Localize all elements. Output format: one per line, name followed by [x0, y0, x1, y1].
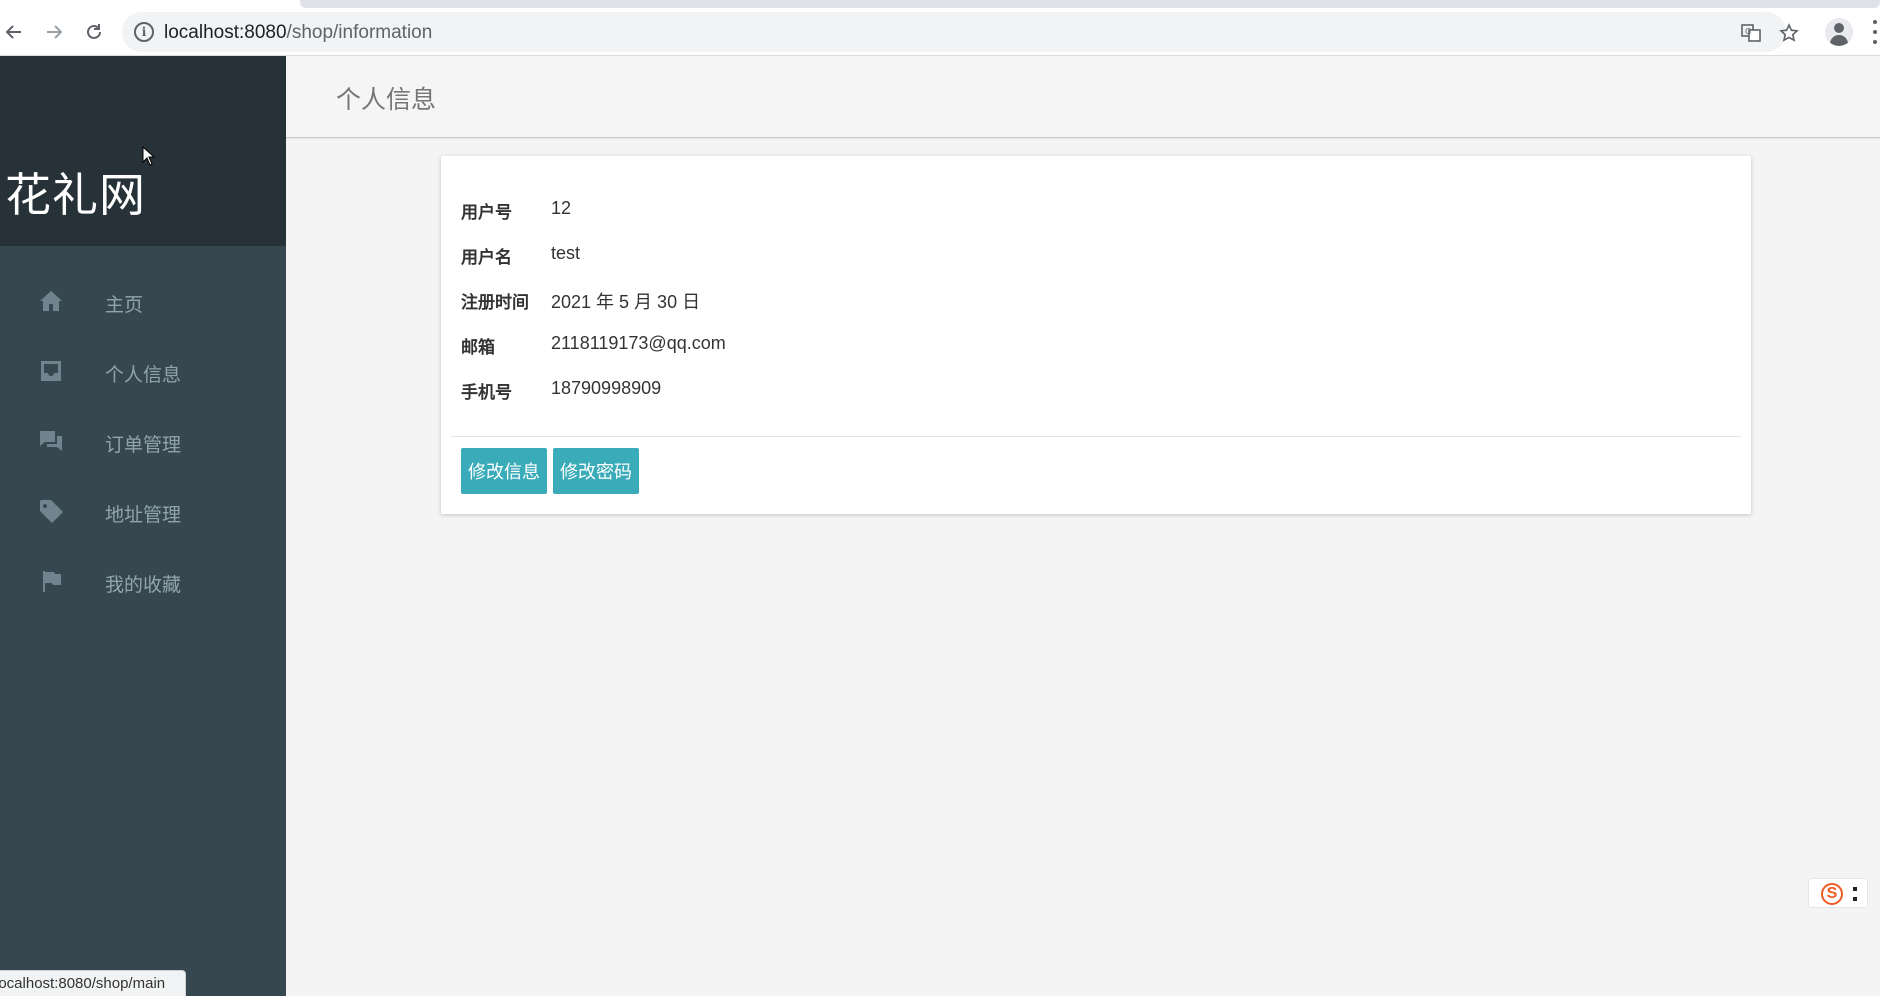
info-value: test — [551, 243, 581, 263]
sidebar: 花礼网 主页 个人信息 订单管理 地址管理 我的收藏 — [0, 56, 286, 996]
status-bar: localhost:8080/shop/main — [0, 970, 186, 996]
home-icon — [40, 291, 62, 311]
page-header: 个人信息 — [286, 56, 1880, 138]
tab-strip-shade — [300, 0, 1880, 8]
sidebar-item-label: 主页 — [105, 294, 144, 316]
sidebar-item-label: 地址管理 — [105, 504, 182, 526]
sidebar-item-home[interactable]: 主页 — [0, 274, 286, 330]
ime-more-icon[interactable] — [1853, 887, 1857, 901]
sidebar-item-label: 我的收藏 — [105, 574, 182, 596]
info-value: 18790998909 — [551, 378, 662, 398]
bookmark-star-icon[interactable] — [1778, 22, 1800, 44]
translate-icon[interactable]: G — [1740, 22, 1762, 44]
sidebar-item-label: 个人信息 — [105, 364, 182, 386]
forward-arrow-icon[interactable] — [40, 18, 68, 46]
sidebar-item-orders[interactable]: 订单管理 — [0, 414, 286, 470]
url-host: localhost:8080 — [164, 22, 287, 43]
profile-avatar-icon[interactable] — [1825, 18, 1853, 46]
edit-info-button[interactable]: 修改信息 — [461, 448, 547, 494]
sidebar-item-favorites[interactable]: 我的收藏 — [0, 554, 286, 610]
url-path: /shop/information — [286, 22, 433, 43]
browser-menu-icon[interactable] — [1872, 20, 1878, 44]
info-label: 用户号 — [461, 203, 512, 223]
change-password-button[interactable]: 修改密码 — [553, 448, 639, 494]
url-text: localhost:8080/shop/information — [164, 22, 432, 44]
info-value: 12 — [551, 198, 572, 218]
sidebar-item-personal-info[interactable]: 个人信息 — [0, 344, 286, 400]
card-divider — [451, 436, 1741, 437]
mouse-cursor-icon — [142, 146, 156, 166]
site-info-icon[interactable]: i — [134, 22, 154, 42]
info-label: 用户名 — [461, 248, 512, 268]
info-label: 注册时间 — [461, 293, 529, 313]
reload-icon[interactable] — [80, 18, 108, 46]
back-arrow-icon[interactable] — [0, 18, 28, 46]
browser-toolbar: i localhost:8080/shop/information G — [0, 8, 1880, 56]
info-value: 2021 年 5 月 30 日 — [551, 292, 701, 312]
page-title: 个人信息 — [336, 85, 437, 114]
ime-toolbar[interactable]: S — [1808, 878, 1868, 908]
brand-title[interactable]: 花礼网 — [5, 159, 146, 225]
status-url: localhost:8080/shop/main — [0, 975, 166, 992]
ime-logo-icon[interactable]: S — [1821, 883, 1843, 905]
tab-strip — [0, 0, 1880, 8]
sidebar-item-addresses[interactable]: 地址管理 — [0, 484, 286, 540]
flag-icon — [43, 571, 61, 592]
inbox-icon — [41, 361, 61, 381]
sidebar-item-label: 订单管理 — [105, 434, 182, 456]
address-bar[interactable]: i localhost:8080/shop/information G — [122, 12, 1799, 52]
tag-icon — [40, 500, 63, 523]
profile-card: 用户号 12 用户名 test 注册时间 2021 年 5 月 30 日 邮箱 … — [441, 156, 1751, 514]
info-value: 2118119173@qq.com — [551, 333, 726, 353]
chat-icon — [40, 431, 62, 451]
info-label: 手机号 — [461, 383, 512, 403]
svg-text:G: G — [1745, 27, 1751, 36]
info-label: 邮箱 — [461, 338, 495, 358]
